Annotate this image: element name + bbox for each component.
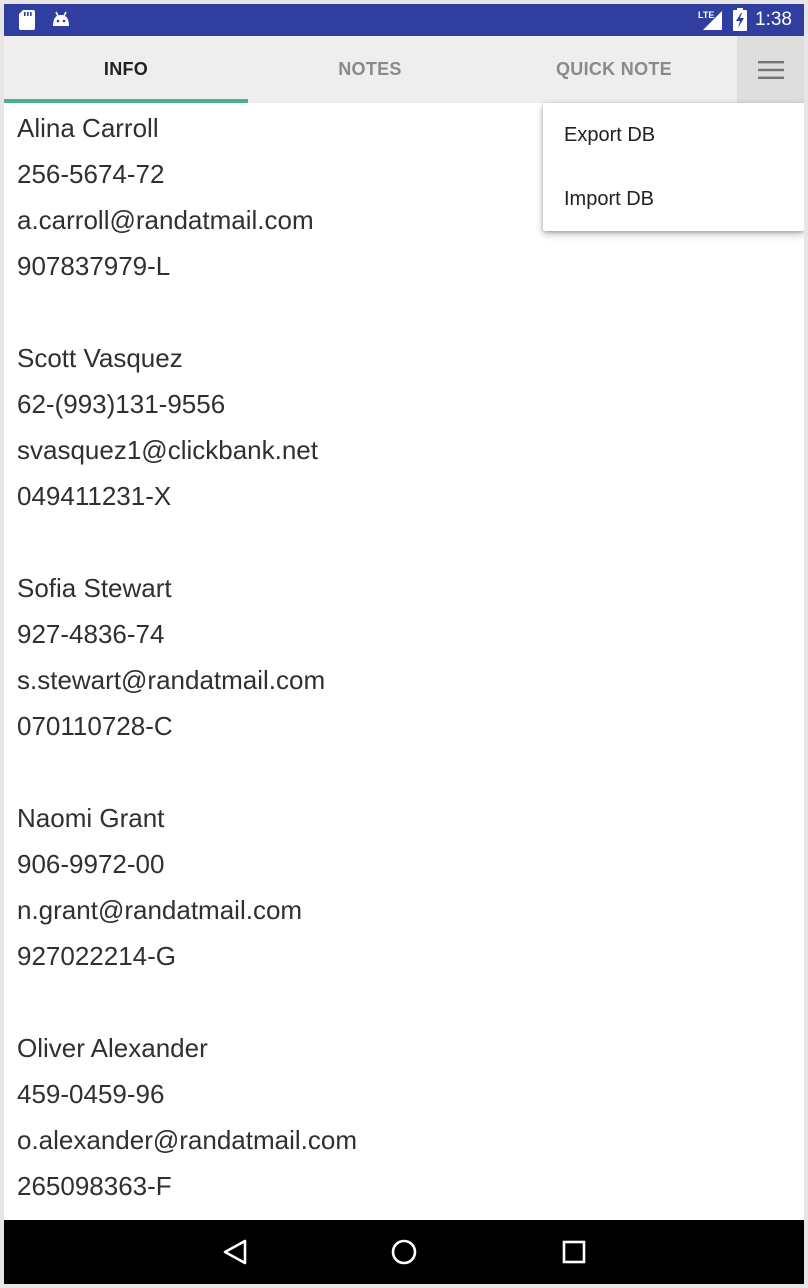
overflow-popup-menu: Export DB Import DB [543,103,804,231]
tab-bar: INFO NOTES QUICK NOTE [4,36,804,103]
home-button[interactable] [388,1236,420,1268]
home-icon [391,1239,417,1265]
tab-notes[interactable]: NOTES [248,36,492,103]
contact-id: 907837979-L [17,251,171,281]
contact-entry[interactable]: Alina Carroll 256-5674-72 a.carroll@rand… [17,105,314,289]
contact-name: Oliver Alexander [17,1033,208,1063]
contact-phone: 459-0459-96 [17,1079,165,1109]
menu-item-export-db[interactable]: Export DB [543,103,804,167]
contact-phone: 927-4836-74 [17,619,165,649]
android-icon [51,10,71,35]
contact-email: n.grant@randatmail.com [17,895,303,925]
battery-charging-icon [733,8,747,36]
overflow-menu-button[interactable] [737,36,804,103]
contact-id: 070110728-C [17,711,173,741]
contact-entry[interactable]: Sofia Stewart 927-4836-74 s.stewart@rand… [17,565,325,749]
contact-email: a.carroll@randatmail.com [17,205,314,235]
lte-signal-icon: LTE [698,9,724,36]
contact-id: 049411231-X [17,481,172,511]
contact-phone: 62-(993)131-9556 [17,389,226,419]
recents-button[interactable] [558,1236,590,1268]
contact-phone: 256-5674-72 [17,159,165,189]
contact-entry[interactable]: Scott Vasquez 62-(993)131-9556 svasquez1… [17,335,318,519]
contact-email: o.alexander@randatmail.com [17,1125,358,1155]
menu-item-import-db[interactable]: Import DB [543,167,804,231]
contact-email: svasquez1@clickbank.net [17,435,318,465]
device-screen: LTE 1:38 INFO NOTES QUICK NOTE Alina Car… [4,4,804,1284]
contact-id: 265098363-F [17,1171,172,1201]
hamburger-menu-icon [757,60,784,79]
contact-entry[interactable]: Naomi Grant 906-9972-00 n.grant@randatma… [17,795,302,979]
contact-name: Scott Vasquez [17,343,183,373]
contact-id: 927022214-G [17,941,177,971]
status-bar: LTE 1:38 [4,4,804,36]
contact-phone: 906-9972-00 [17,849,165,879]
contact-email: s.stewart@randatmail.com [17,665,326,695]
tab-info-label: INFO [103,59,149,79]
svg-text:LTE: LTE [698,10,714,20]
contact-name: Naomi Grant [17,803,165,833]
contact-name: Sofia Stewart [17,573,172,603]
navigation-bar [4,1220,804,1284]
back-icon [223,1239,247,1265]
tab-quick-note[interactable]: QUICK NOTE [492,36,736,103]
status-time: 1:38 [755,9,792,30]
contact-name: Alina Carroll [17,113,159,143]
contact-list: Alina Carroll 256-5674-72 a.carroll@rand… [4,103,804,1220]
sd-card-icon [18,10,36,35]
recents-icon [562,1240,586,1264]
contact-entry[interactable]: Oliver Alexander 459-0459-96 o.alexander… [17,1025,357,1209]
tab-notes-label: NOTES [338,59,402,79]
tab-info[interactable]: INFO [4,36,248,103]
back-button[interactable] [219,1236,251,1268]
tab-quick-note-label: QUICK NOTE [555,59,672,79]
